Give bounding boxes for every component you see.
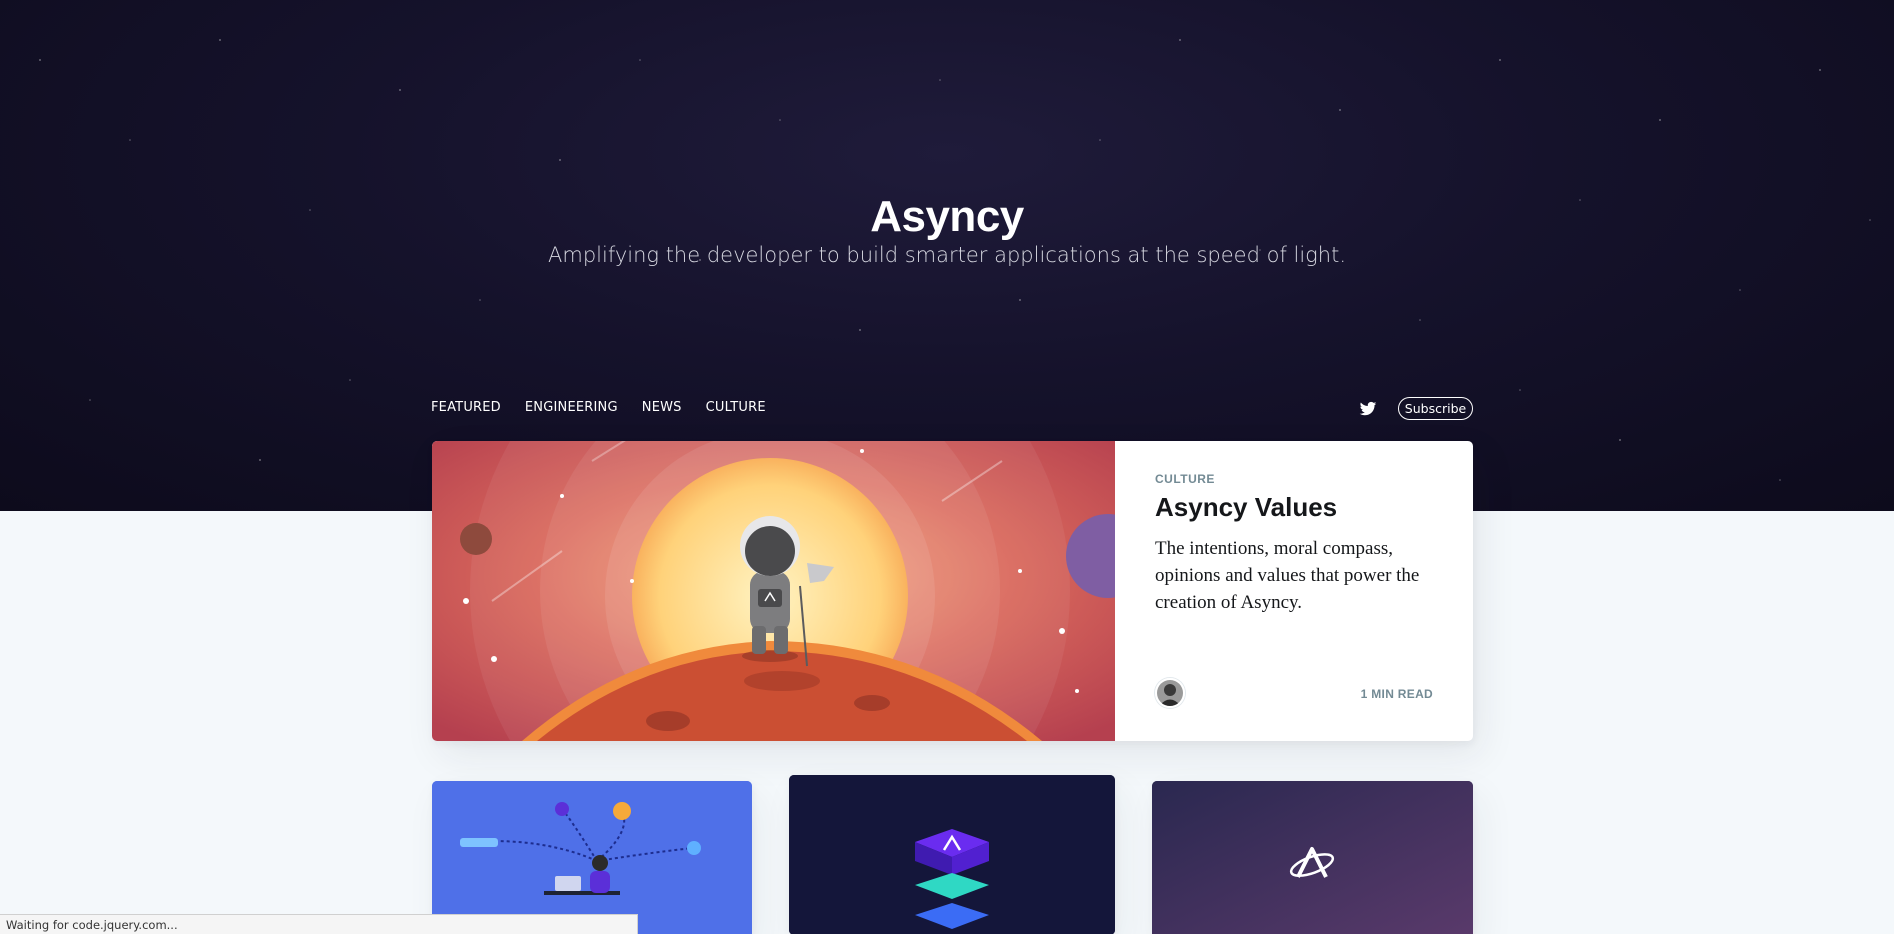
browser-status-bar: Waiting for code.jquery.com... <box>0 914 638 934</box>
author-avatar-image <box>1157 680 1183 706</box>
nav-item-news[interactable]: NEWS <box>642 400 682 415</box>
post-card[interactable] <box>1152 781 1473 934</box>
developer-desk-illustration <box>432 781 752 934</box>
avatar[interactable] <box>1155 678 1185 708</box>
asyncy-logo <box>1152 781 1473 934</box>
reading-time: 1 MIN READ <box>1360 687 1433 701</box>
post-card[interactable] <box>432 781 752 934</box>
featured-post-content: CULTURE Asyncy Values The intentions, mo… <box>1115 441 1473 741</box>
post-card[interactable] <box>789 775 1115 934</box>
post-tag[interactable]: CULTURE <box>1155 472 1433 486</box>
subscribe-button[interactable]: Subscribe <box>1398 397 1473 420</box>
post-excerpt[interactable]: The intentions, moral compass, opinions … <box>1155 535 1425 616</box>
astronaut-illustration[interactable] <box>432 441 1115 741</box>
twitter-icon[interactable] <box>1359 400 1377 418</box>
main-nav: FEATURED ENGINEERING NEWS CULTURE <box>431 400 766 415</box>
platform-stack-illustration <box>789 775 1115 934</box>
nav-item-engineering[interactable]: ENGINEERING <box>525 400 618 415</box>
site-header: Asyncy Amplifying the developer to build… <box>0 0 1894 511</box>
site-title[interactable]: Asyncy <box>0 192 1894 242</box>
nav-item-featured[interactable]: FEATURED <box>431 400 501 415</box>
nav-item-culture[interactable]: CULTURE <box>706 400 766 415</box>
site-description: Amplifying the developer to build smarte… <box>548 243 1346 267</box>
featured-post-card[interactable]: CULTURE Asyncy Values The intentions, mo… <box>432 441 1473 741</box>
post-title[interactable]: Asyncy Values <box>1155 492 1433 523</box>
